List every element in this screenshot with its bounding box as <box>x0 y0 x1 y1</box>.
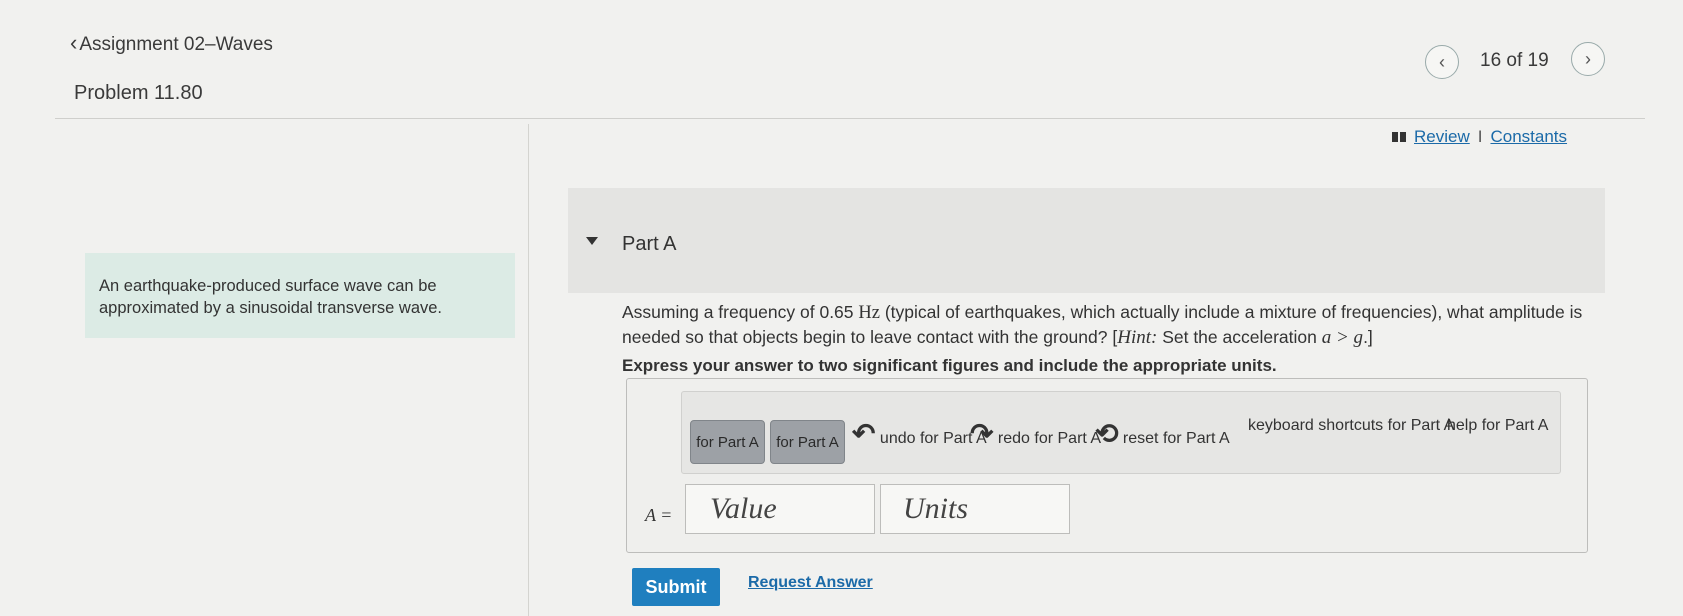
next-problem-button[interactable]: › <box>1571 42 1605 76</box>
symbols-button-label: for Part A <box>776 433 839 451</box>
symbols-button[interactable]: for Part A <box>770 420 845 464</box>
resource-links: Review I Constants <box>1392 127 1567 147</box>
link-separator: I <box>1477 127 1483 146</box>
previous-problem-button[interactable]: ‹ <box>1425 45 1459 79</box>
header-divider <box>55 118 1645 119</box>
reset-icon: ⟲ <box>1095 418 1119 449</box>
column-divider <box>528 124 529 616</box>
problem-intro: An earthquake-produced surface wave can … <box>85 253 515 338</box>
templates-button-label: for Part A <box>696 433 759 451</box>
redo-icon: ↷ <box>970 418 994 449</box>
keyboard-shortcuts-button[interactable]: keyboard shortcuts for Part A <box>1248 417 1454 435</box>
pager-count: 16 of 19 <box>1480 50 1549 71</box>
request-answer-link[interactable]: Request Answer <box>748 574 873 592</box>
review-link[interactable]: Review <box>1414 127 1470 147</box>
back-link-label: Assignment 02–Waves <box>79 34 273 55</box>
templates-button[interactable]: for Part A <box>690 420 765 464</box>
reset-label: reset for Part A <box>1122 430 1230 447</box>
hint-math: a > g <box>1321 327 1364 348</box>
question-unit: Hz <box>858 303 880 323</box>
reset-button[interactable]: ⟲ reset for Part A <box>1095 417 1230 450</box>
question-pre: Assuming a frequency of 0.65 <box>622 302 859 322</box>
part-header-bar[interactable] <box>568 188 1605 293</box>
chevron-left-icon: ‹ <box>1439 51 1445 72</box>
book-icon <box>1392 132 1406 142</box>
help-button[interactable]: help for Part A <box>1447 417 1548 435</box>
chevron-right-icon: › <box>1585 48 1591 69</box>
undo-button[interactable]: ↶ undo for Part A <box>852 417 987 450</box>
keyboard-shortcuts-label: keyboard shortcuts for Part A <box>1248 417 1455 434</box>
hint-end: .] <box>1363 327 1373 347</box>
collapse-caret-icon[interactable] <box>586 237 598 245</box>
answer-instruction: Express your answer to two significant f… <box>622 356 1277 375</box>
redo-label: redo for Part A <box>997 430 1102 447</box>
redo-button[interactable]: ↷ redo for Part A <box>970 417 1101 450</box>
back-to-assignment-link[interactable]: ‹ Assignment 02–Waves <box>70 30 273 56</box>
hint-label: Hint: <box>1117 327 1158 348</box>
units-input[interactable]: Units <box>880 484 1070 534</box>
submit-button[interactable]: Submit <box>632 568 720 606</box>
answer-variable-label: A = <box>645 505 673 525</box>
problem-title: Problem 11.80 <box>74 82 203 104</box>
hint-text: Set the acceleration <box>1157 327 1322 347</box>
chevron-left-icon: ‹ <box>70 30 78 55</box>
help-label: help for Part A <box>1447 417 1549 434</box>
value-input[interactable]: Value <box>685 484 875 534</box>
undo-icon: ↶ <box>852 418 876 449</box>
part-title[interactable]: Part A <box>622 233 676 256</box>
question-text: Assuming a frequency of 0.65 Hz (typical… <box>622 300 1592 350</box>
constants-link[interactable]: Constants <box>1490 127 1567 147</box>
